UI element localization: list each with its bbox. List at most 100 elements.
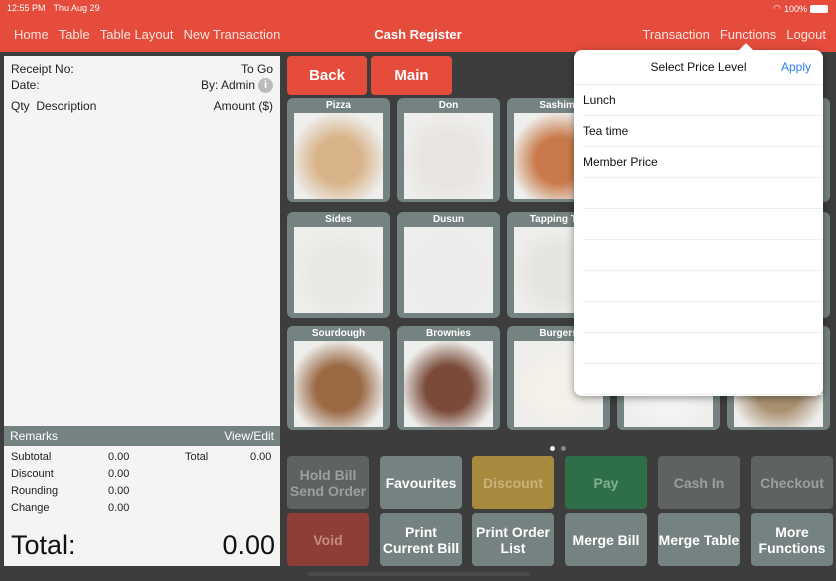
discount-value: 0.00 [108, 468, 130, 480]
product-label: Don [438, 100, 459, 111]
page-indicator[interactable] [550, 446, 566, 451]
product-label: Brownies [425, 328, 471, 339]
function-button[interactable]: Checkout [751, 456, 833, 509]
rounding-value: 0.00 [108, 485, 130, 497]
remarks-label: Remarks [10, 429, 59, 443]
page-dot[interactable] [561, 446, 566, 451]
product-label: Dusun [432, 214, 465, 225]
function-label: Discount [483, 474, 543, 491]
product-tile[interactable]: Don [397, 98, 500, 202]
by-user: By: Admin [200, 78, 255, 92]
price-level-option[interactable] [583, 302, 823, 333]
function-label: Void [313, 531, 343, 548]
function-button[interactable]: Print Order List [472, 513, 554, 566]
total-small-value: 0.00 [250, 451, 272, 463]
qty-header: Qty [11, 99, 30, 113]
function-button[interactable]: Print Current Bill [380, 513, 462, 566]
change-label: Change [11, 502, 50, 514]
product-image [294, 227, 383, 313]
price-level-option[interactable] [583, 271, 823, 302]
product-tile[interactable]: Pizza [287, 98, 390, 202]
product-image [404, 341, 493, 427]
info-icon[interactable]: i [258, 78, 273, 94]
nav-left: Home Table Table Layout New Transaction [14, 27, 290, 42]
scrollbar[interactable] [308, 572, 530, 576]
nav-transaction[interactable]: Transaction [642, 27, 709, 42]
product-tile[interactable]: Brownies [397, 326, 500, 430]
change-value: 0.00 [108, 502, 130, 514]
function-button[interactable]: Void [287, 513, 369, 566]
nav-table[interactable]: Table [59, 27, 90, 42]
nav-right: Transaction Functions Logout [642, 27, 836, 42]
popover-title: Select Price Level [650, 60, 747, 74]
page-dot[interactable] [550, 446, 555, 451]
function-label: Pay [593, 474, 619, 491]
function-label: Print Current Bill [382, 523, 460, 556]
nav-logout[interactable]: Logout [786, 27, 826, 42]
function-label: Cash In [673, 474, 725, 491]
product-tile[interactable]: Sides [287, 212, 390, 318]
price-level-option[interactable] [583, 364, 823, 395]
nav-new-transaction[interactable]: New Transaction [184, 27, 281, 42]
status-bar: 12:55 PM Thu Aug 29 [7, 3, 108, 13]
product-label: Pizza [325, 100, 351, 111]
function-label: Merge Table [658, 531, 740, 548]
price-level-option[interactable]: Tea time [583, 116, 823, 147]
nav-table-layout[interactable]: Table Layout [100, 27, 174, 42]
product-label: Sourdough [311, 328, 366, 339]
total-label: Total: [11, 530, 76, 560]
order-type[interactable]: To Go [241, 62, 273, 76]
view-edit-link[interactable]: View/Edit [224, 429, 274, 443]
function-label: More Functions [758, 523, 826, 556]
wifi-icon: ◠ [773, 3, 781, 13]
date-label: Date: [11, 78, 40, 92]
nav-home[interactable]: Home [14, 27, 49, 42]
function-button[interactable]: Discount [472, 456, 554, 509]
function-button[interactable]: Hold Bill Send Order [287, 456, 369, 509]
rounding-label: Rounding [11, 485, 59, 497]
receipt-no-label: Receipt No: [11, 62, 74, 76]
function-button[interactable]: Pay [565, 456, 647, 509]
nav-functions[interactable]: Functions [720, 27, 776, 42]
total-small-label: Total [185, 451, 209, 463]
subtotal-label: Subtotal [11, 451, 52, 463]
description-header: Description [36, 99, 97, 113]
function-button[interactable]: Merge Bill [565, 513, 647, 566]
status-right: ◠ 100% [773, 3, 828, 14]
price-level-option[interactable] [583, 178, 823, 209]
function-label: Print Order List [476, 523, 550, 556]
discount-label: Discount [11, 468, 54, 480]
product-image [294, 113, 383, 199]
product-image [294, 341, 383, 427]
function-button[interactable]: Favourites [380, 456, 462, 509]
price-level-popover: Select Price Level Apply Lunch Tea time Mem… [574, 43, 823, 396]
status-time: 12:55 PM [7, 3, 46, 13]
grand-total: Total: 0.00 [11, 530, 275, 561]
function-label: Favourites [385, 474, 457, 491]
price-level-option[interactable]: Member Price [583, 147, 823, 178]
apply-button[interactable]: Apply [781, 60, 811, 74]
back-button[interactable]: Back [287, 56, 367, 95]
main-button[interactable]: Main [371, 56, 452, 95]
function-button[interactable]: More Functions [751, 513, 833, 566]
battery-icon [810, 4, 828, 13]
battery-level: 100% [783, 3, 807, 14]
product-tile[interactable]: Dusun [397, 212, 500, 318]
price-level-option[interactable] [583, 333, 823, 364]
price-level-option[interactable] [583, 240, 823, 271]
function-button[interactable]: Merge Table [658, 513, 740, 566]
remarks-bar[interactable]: Remarks View/Edit [4, 426, 280, 446]
receipt-panel: Receipt No: To Go Date: By: Admin i Qty Des… [4, 56, 280, 566]
product-tile[interactable]: Sourdough [287, 326, 390, 430]
product-label: Sides [325, 214, 352, 225]
total-value: 0.00 [222, 530, 275, 560]
product-image [404, 227, 493, 313]
product-image [404, 113, 493, 199]
function-button[interactable]: Cash In [658, 456, 740, 509]
function-label: Hold Bill Send Order [289, 466, 367, 499]
price-level-option[interactable]: Lunch [583, 85, 823, 116]
function-label: Checkout [760, 474, 824, 491]
price-level-option[interactable] [583, 209, 823, 240]
top-bar: 12:55 PM Thu Aug 29 ◠ 100% Home Table Table … [0, 0, 836, 52]
status-date: Thu Aug 29 [53, 3, 100, 13]
